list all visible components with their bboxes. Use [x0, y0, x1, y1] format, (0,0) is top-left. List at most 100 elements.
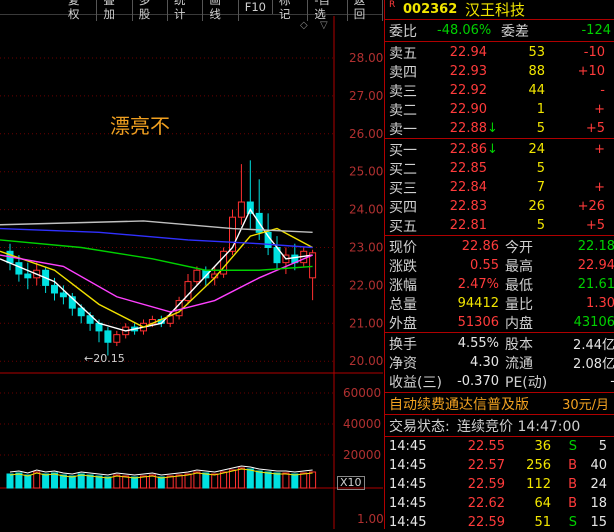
tick-direction: S: [568, 439, 577, 454]
volume-tick-label: 40000: [343, 417, 381, 431]
volume-bar: [42, 473, 50, 489]
weibi-value: -48.06%: [437, 23, 492, 38]
sell-price: 22.92: [449, 83, 487, 98]
buy-label: 买二: [389, 161, 417, 178]
kline-chart-area[interactable]: 28.00 27.00 26.00 25.00 24.00 23.00 22.00 21.00…: [0, 16, 383, 529]
fundamental-row: 收益(三) -0.370 PE(动)-: [385, 372, 614, 391]
volume-bar: [59, 474, 67, 489]
candle-body: [113, 334, 121, 343]
candle-body: [237, 201, 245, 218]
candle-body: [193, 269, 201, 283]
volume-bar: [184, 473, 192, 489]
buy-change: +26: [577, 199, 605, 214]
volume-bar: [24, 474, 32, 489]
fund-value: -: [561, 374, 614, 389]
quote-value: 94412: [457, 296, 499, 311]
quote-row: 现价 22.86 今开 22.18: [385, 237, 614, 256]
fund-value: 4.55%: [457, 336, 499, 351]
quote-label: 最高: [505, 258, 533, 275]
quote-value: 22.94: [577, 258, 614, 273]
volume-bar: [309, 471, 317, 489]
price-tick-label: 26.00: [349, 127, 383, 141]
tick-direction: B: [568, 458, 577, 473]
volume-bar: [237, 467, 245, 489]
buy-level-4: 买四 22.83 26 +26: [385, 197, 614, 216]
weicha-value: -124: [581, 23, 611, 38]
quote-value: 22.18: [577, 239, 614, 254]
quote-label: 内盘: [505, 315, 533, 332]
tick-time: 14:45: [389, 439, 427, 454]
buy-label: 买五: [389, 218, 417, 235]
tick-count: 18: [590, 496, 607, 511]
sell-change: +: [594, 102, 605, 117]
volume-tick-label: 20000: [343, 448, 381, 462]
tick-price: 22.62: [467, 496, 505, 511]
collapse-icon: ▽: [320, 20, 328, 31]
buy-label: 买三: [389, 180, 417, 197]
tick-volume: 256: [526, 458, 551, 473]
low-price-marker: ←20.15: [84, 352, 125, 365]
tick-price: 22.55: [467, 439, 505, 454]
buy-level-3: 买三 22.84 7 +: [385, 178, 614, 197]
quote-label: 最低: [505, 277, 533, 294]
sell-label: 卖三: [389, 83, 417, 100]
tick-direction: B: [568, 477, 577, 492]
quote-value: 1.30: [586, 296, 614, 311]
candle-body: [24, 273, 32, 279]
sell-level-5: 卖五 22.94 53 -10: [385, 43, 614, 62]
buy-label: 买四: [389, 199, 417, 216]
volume-bar: [211, 473, 219, 489]
tick-row: 14:45 22.57 256 B 40: [385, 456, 614, 475]
promo-price[interactable]: 30元/月: [539, 394, 609, 413]
fund-value: 2.08亿: [573, 357, 614, 372]
quote-label: 今开: [505, 239, 533, 256]
promo-text[interactable]: 自动续费通达信普及版: [385, 394, 539, 414]
tick-price: 22.59: [467, 477, 505, 492]
kline-chart[interactable]: 28.00 27.00 26.00 25.00 24.00 23.00 22.00 21.00…: [0, 16, 383, 529]
promo-row[interactable]: 自动续费通达信普及版 30元/月: [385, 394, 614, 414]
buy-change: +5: [585, 218, 605, 233]
tick-volume: 51: [534, 515, 551, 530]
fund-value: 2.44亿: [573, 338, 614, 353]
chart-toolbar: 复权 叠加 多股 统计 画线 F10 标记 -自选 返回: [0, 0, 384, 21]
settings-diamond-icon: ◇: [300, 20, 308, 31]
buy-volume: 7: [536, 180, 545, 195]
fund-label: 流通: [505, 355, 533, 372]
tick-row: 14:45 22.59 112 B 24: [385, 475, 614, 494]
sell-label: 卖一: [389, 121, 417, 138]
price-tick-label: 24.00: [349, 203, 383, 217]
fund-value: -0.370: [457, 374, 499, 389]
stock-name: 汉王科技: [465, 1, 526, 19]
fundamental-row: 净资 4.30 流通 2.08亿: [385, 353, 614, 372]
volume-bar: [77, 473, 85, 489]
tick-time: 14:45: [389, 458, 427, 473]
sell-volume: 1: [536, 102, 545, 117]
volume-bar: [193, 471, 201, 489]
sell-price: 22.93: [449, 64, 487, 79]
tick-time: 14:45: [389, 477, 427, 492]
fund-label: 收益(三): [389, 374, 442, 391]
buy-price: 22.83: [449, 199, 487, 214]
quote-row: 涨幅 2.47% 最低 21.61: [385, 275, 614, 294]
candle-body: [51, 284, 58, 294]
volume-bar: [68, 475, 76, 489]
tick-time: 14:45: [389, 496, 427, 511]
buy-level-1: 买一 22.86 ↓ 24 +: [385, 140, 614, 159]
volume-bar: [95, 475, 103, 489]
sell-volume: 5: [536, 121, 545, 136]
sell-label: 卖五: [389, 45, 417, 62]
toolbar-item-5[interactable]: F10: [239, 0, 273, 14]
quote-value: 0.55: [470, 258, 499, 273]
volume-bar: [220, 471, 228, 489]
sell-level-1: 卖一 22.88 ↓ 5 +5: [385, 119, 614, 138]
tick-volume: 36: [534, 439, 551, 454]
fundamental-row: 换手 4.55% 股本 2.44亿: [385, 334, 614, 353]
quote-label: 总量: [389, 296, 417, 313]
price-tick-label: 28.00: [349, 51, 383, 65]
volume-bar: [300, 472, 308, 489]
weibi-label: 委比: [389, 23, 417, 40]
tick-price: 22.57: [467, 458, 505, 473]
quote-label: 量比: [505, 296, 533, 313]
buy-label: 买一: [389, 142, 417, 159]
volume-bar: [255, 470, 263, 489]
